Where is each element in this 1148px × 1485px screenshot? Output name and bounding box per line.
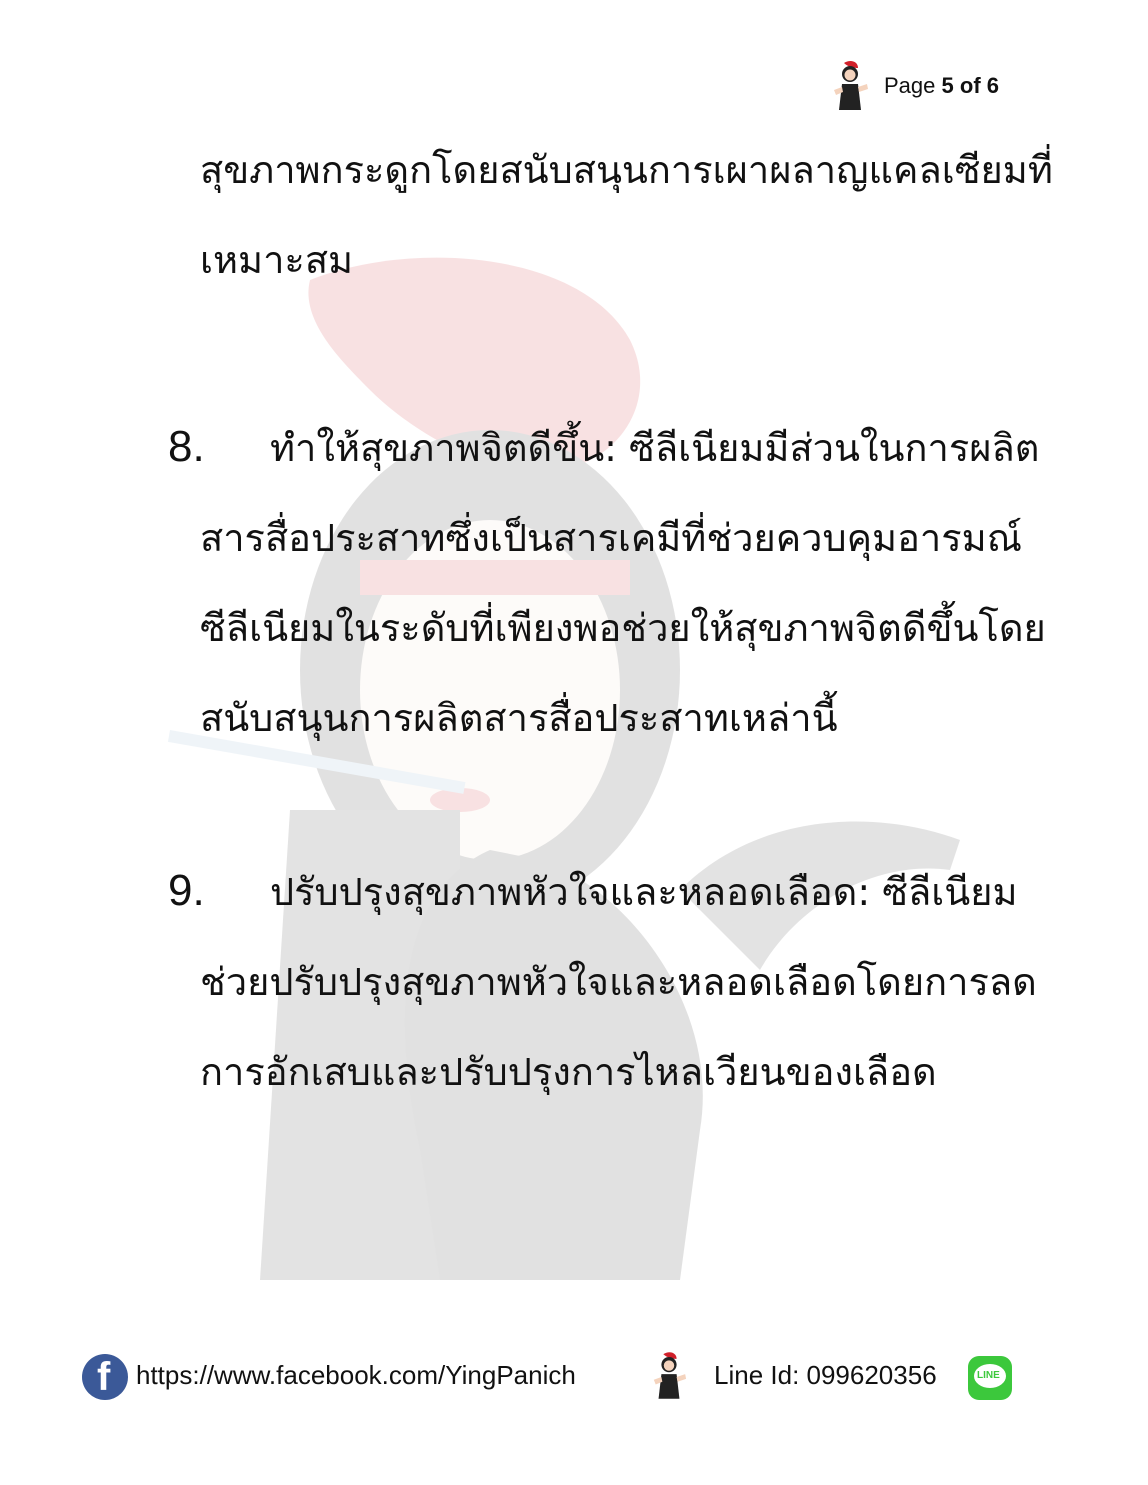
lady-mascot-icon <box>834 60 868 110</box>
page-header: Page 5 of 6 <box>830 60 999 112</box>
page-total: 6 <box>986 73 1000 98</box>
paragraph-line: ปรับปรุงสุขภาพหัวใจและหลอดเลือด: ซีลีเนี… <box>270 870 1018 914</box>
page-prefix: Page <box>884 73 936 98</box>
page-current: 5 <box>941 73 954 98</box>
line-id-text: Line Id: 099620356 <box>714 1360 937 1390</box>
line-app-icon[interactable]: LINE <box>968 1356 1012 1400</box>
facebook-link[interactable]: https://www.facebook.com/YingPanich <box>136 1360 576 1391</box>
line-icon-label: LINE <box>977 1370 1000 1381</box>
paragraph-line: การอักเสบและปรับปรุงการไหลเวียนของเลือด <box>200 1050 937 1094</box>
paragraph-line: ซีลีเนียมในระดับที่เพียงพอช่วยให้สุขภาพจ… <box>200 606 1046 650</box>
item-8-paragraph: ทำให้สุขภาพจิตดีขึ้น: ซีลีเนียมมีส่วนในก… <box>200 403 1046 763</box>
paragraph-line: สารสื่อประสาทซึ่งเป็นสารเคมีที่ช่วยควบคุ… <box>200 516 1022 560</box>
facebook-icon[interactable]: f <box>82 1354 128 1400</box>
page-footer: f https://www.facebook.com/YingPanich Li… <box>82 1350 1062 1410</box>
paragraph-line: เหมาะสม <box>200 238 354 282</box>
paragraph-line: ช่วยปรับปรุงสุขภาพหัวใจและหลอดเลือดโดยกา… <box>200 960 1037 1004</box>
item-9-paragraph: ปรับปรุงสุขภาพหัวใจและหลอดเลือด: ซีลีเนี… <box>200 847 1037 1117</box>
page-of: of <box>959 73 981 98</box>
paragraph-line: ทำให้สุขภาพจิตดีขึ้น: ซีลีเนียมมีส่วนในก… <box>270 426 1040 470</box>
paragraph-line: สุขภาพกระดูกโดยสนับสนุนการเผาผลาญแคลเซีย… <box>200 148 1053 192</box>
paragraph-line: สนับสนุนการผลิตสารสื่อประสาทเหล่านี้ <box>200 696 838 740</box>
intro-paragraph: สุขภาพกระดูกโดยสนับสนุนการเผาผลาญแคลเซีย… <box>200 125 1053 305</box>
lady-mascot-icon <box>653 1352 687 1399</box>
page-number: Page 5 of 6 <box>884 73 999 99</box>
